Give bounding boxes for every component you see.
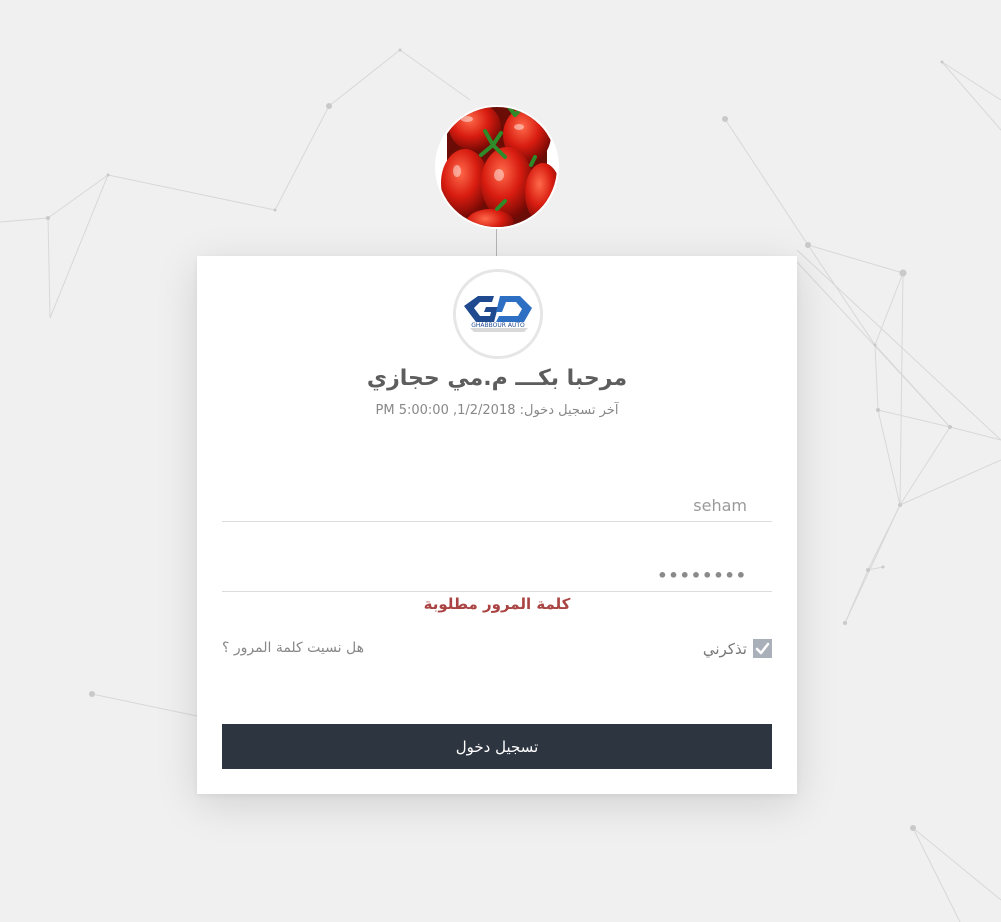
last-login-text: آخر تسجيل دخول: 1/2/2018, 5:00:00 PM [375, 403, 619, 418]
username-input[interactable]: seham [222, 478, 772, 522]
remember-me-label: تذكرني [702, 639, 747, 658]
checkmark-icon [755, 642, 770, 655]
password-input[interactable]: •••••••• [222, 548, 772, 592]
username-value: seham [693, 496, 747, 515]
password-required-error: كلمة المرور مطلوبة [423, 595, 571, 613]
tomatoes-photo-icon [437, 107, 557, 227]
welcome-title: مرحبا بكـــ م.مي حجازي [366, 366, 628, 391]
forgot-password-link[interactable]: هل نسيت كلمة المرور ؟ [222, 640, 364, 656]
password-value: •••••••• [657, 566, 747, 585]
login-button[interactable]: تسجيل دخول [222, 724, 772, 769]
checkbox-checked[interactable] [753, 639, 772, 658]
remember-me-checkbox[interactable]: تذكرني [703, 639, 772, 658]
ghabbour-auto-logo-icon: GHABBOUR AUTO [453, 269, 543, 359]
login-card: GHABBOUR AUTO مرحبا بكـــ م.مي حجازي آخر… [197, 256, 797, 794]
user-avatar [435, 105, 559, 229]
avatar-connector-line [496, 229, 497, 256]
logo-text: GHABBOUR AUTO [471, 322, 525, 329]
login-page: GHABBOUR AUTO مرحبا بكـــ م.مي حجازي آخر… [0, 0, 1001, 922]
